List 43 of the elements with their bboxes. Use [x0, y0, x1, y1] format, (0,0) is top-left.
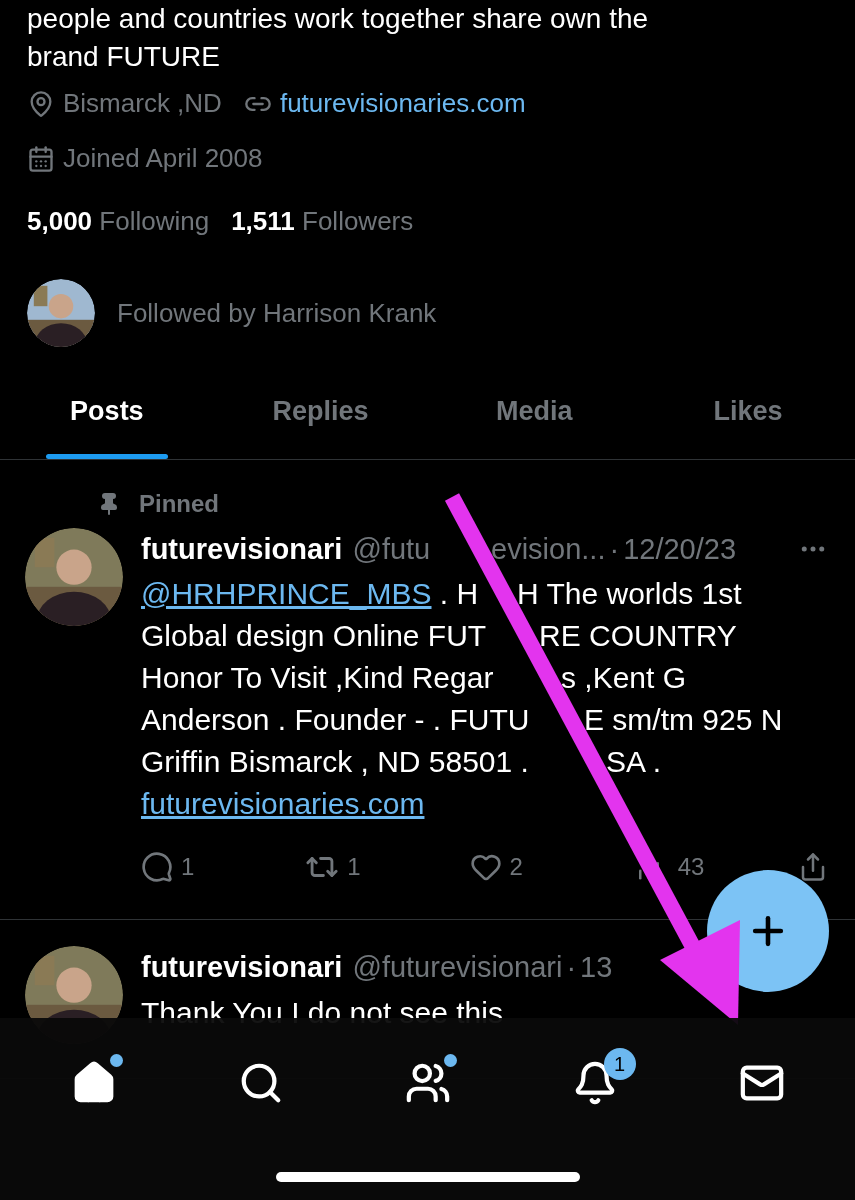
post-date: 12/20/23 [623, 531, 736, 567]
post-text: E sm/tm 925 N [584, 702, 783, 738]
post-date: 13 [580, 950, 613, 985]
location-text: Bismarck ,ND [63, 87, 222, 120]
repost-count: 1 [347, 852, 361, 882]
followed-by-text: Followed by Harrison Krank [117, 296, 437, 330]
author-name: futurevisionari [141, 531, 343, 567]
joined-text: Joined April 2008 [63, 142, 263, 175]
author-handle: @futurevisionari [352, 950, 563, 985]
profile-tab[interactable]: Likes [641, 383, 855, 459]
post-text: s ,Kent G [561, 660, 687, 696]
post-text: Griffin Bismarck , ND 58501 . [141, 745, 529, 778]
author-handle: evision... [491, 531, 606, 567]
notification-badge: 1 [603, 1048, 636, 1080]
bio-text: brand FUTURE [27, 40, 221, 74]
views-count: 43 [677, 852, 705, 882]
post-link[interactable]: futurevisionaries.com [141, 787, 425, 820]
post-text: Thank You I do not see this [141, 995, 503, 1029]
separator-dot: · [566, 950, 577, 985]
like-count: 2 [509, 852, 523, 882]
post-text: . H [438, 577, 479, 610]
post-text: H The worlds 1st [517, 576, 742, 612]
profile-tab[interactable]: Media [427, 383, 642, 459]
post-text: Global design Online FUT [141, 619, 487, 652]
separator-dot: · [609, 531, 620, 567]
post-text: SA . [606, 744, 662, 780]
website-link[interactable]: futurevisionaries.com [279, 84, 526, 123]
bio-text: people and countries work together share own the [27, 2, 650, 36]
pinned-label: Pinned [139, 488, 219, 519]
post-text: RE COUNTRY [539, 618, 737, 654]
reply-count: 1 [181, 852, 195, 882]
author-handle: @futu [352, 531, 431, 567]
mention-link[interactable]: @HRHPRINCE_MBS [141, 577, 432, 610]
post-text: Anderson . Founder - . FUTU [141, 703, 530, 736]
calendar-icon [27, 144, 55, 173]
followers-link[interactable]: 1,511 Followers [231, 202, 414, 241]
post-text: Honor To Visit ,Kind Regar [141, 661, 494, 694]
notifications-tab[interactable]: 1 [549, 1048, 640, 1118]
reply-icon[interactable] [141, 851, 173, 883]
profile-tab[interactable]: Posts [0, 383, 214, 459]
author-name: futurevisionari [141, 950, 343, 985]
following-link[interactable]: 5,000 Following [27, 202, 210, 241]
profile-tab[interactable]: Replies [213, 383, 428, 459]
